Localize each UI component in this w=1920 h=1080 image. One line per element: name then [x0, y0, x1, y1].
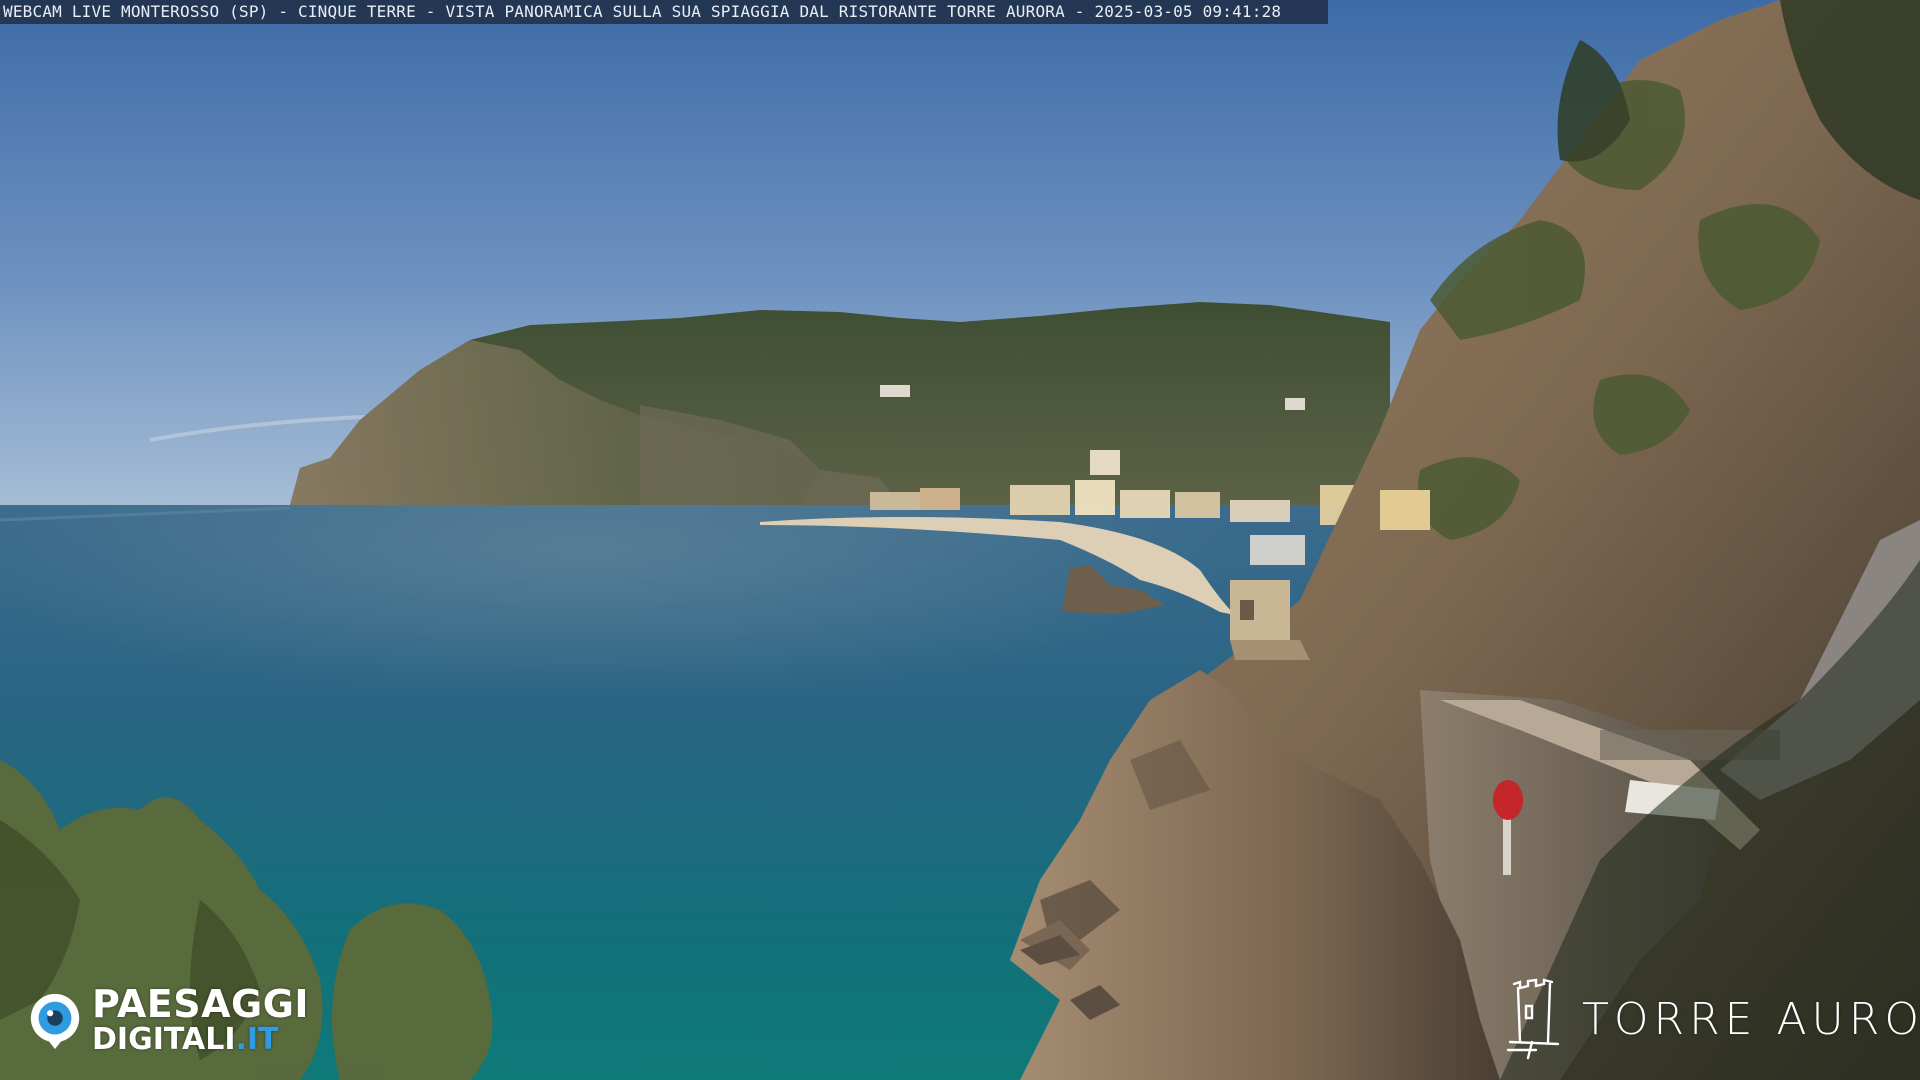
logo-line-paesaggi: PAESAGGI — [92, 982, 310, 1026]
tower-icon — [1506, 978, 1560, 1060]
logo-line-digitali: DIGITALI.IT — [92, 1025, 309, 1055]
torre-aurora-logo: TORRE AURORA — [1506, 978, 1920, 1060]
webcam-title-overlay: WEBCAM LIVE MONTEROSSO (SP) - CINQUE TER… — [0, 0, 1328, 24]
logo-digitali-word: DIGITALI — [92, 1022, 236, 1057]
torre-aurora-text: TORRE AURORA — [1582, 993, 1920, 1045]
logo-tld: .IT — [235, 1022, 279, 1057]
camera-eye-icon — [30, 993, 80, 1049]
coastal-landscape — [0, 0, 1920, 1080]
webcam-frame: WEBCAM LIVE MONTEROSSO (SP) - CINQUE TER… — [0, 0, 1920, 1080]
paesaggi-digitali-logo: PAESAGGI DIGITALI.IT — [26, 984, 346, 1056]
